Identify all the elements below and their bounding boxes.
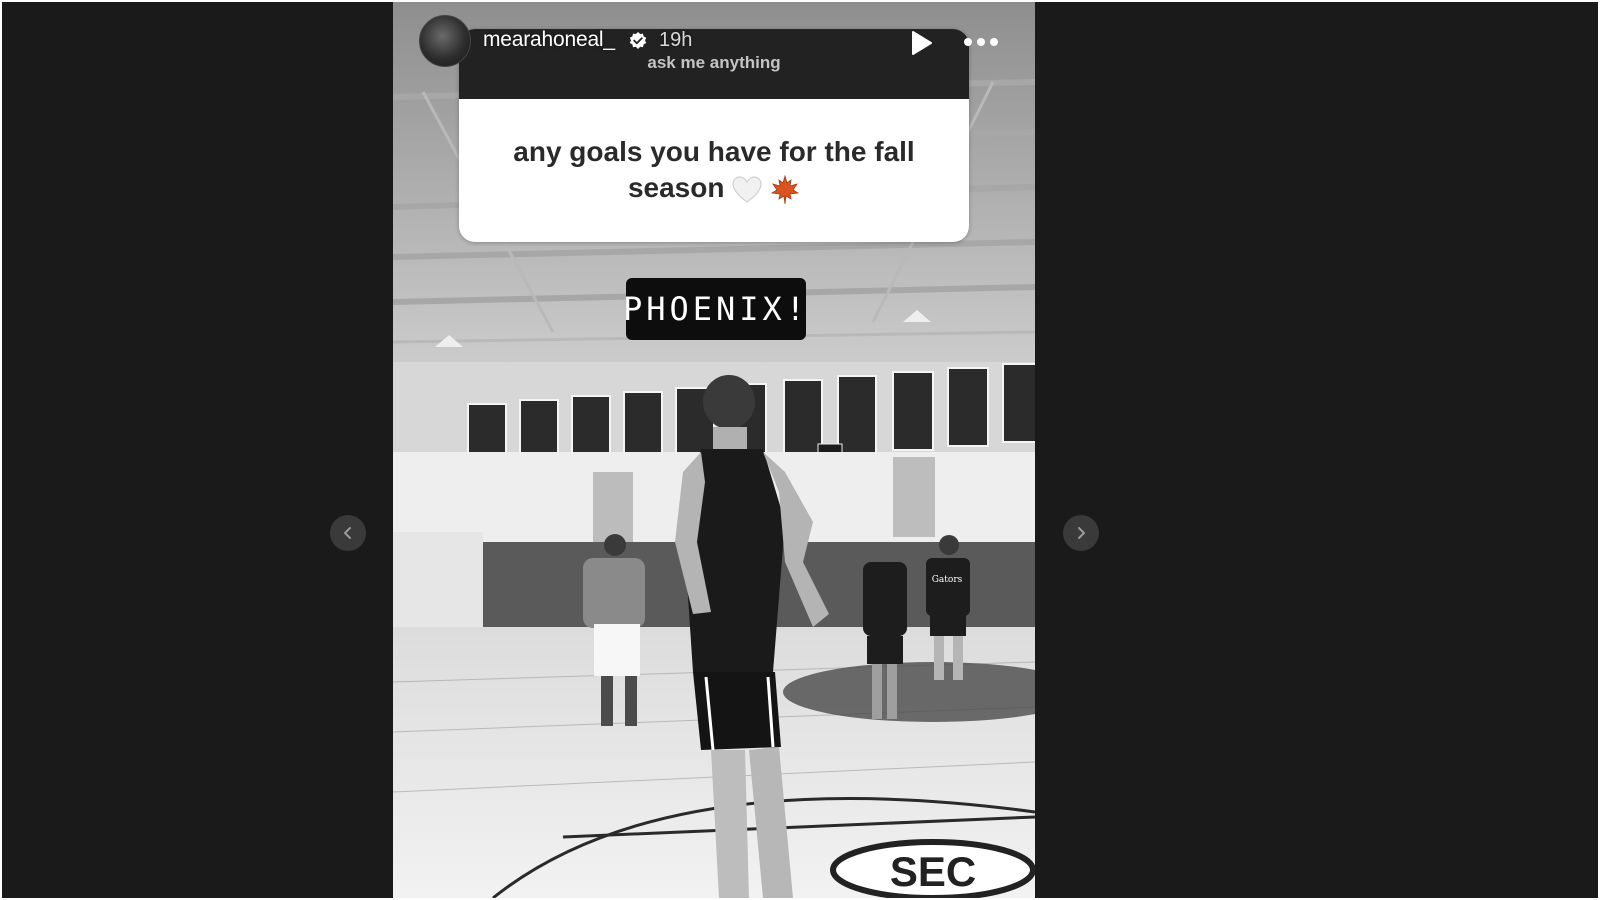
white-heart-icon: [732, 176, 762, 203]
avatar[interactable]: [419, 15, 471, 67]
question-line-2: season: [627, 172, 725, 203]
previous-story-button[interactable]: [330, 515, 366, 551]
question-line-1: any goals you have for the fall: [513, 136, 915, 167]
jersey-text: Gators: [932, 575, 963, 585]
chevron-left-icon: [344, 527, 351, 539]
question-text: any goals you have for the fall season: [479, 134, 949, 206]
chevron-right-icon: [1078, 527, 1085, 539]
username[interactable]: mearahoneal_: [483, 28, 615, 52]
maple-leaf-icon: [770, 174, 800, 204]
story-timestamp: 19h: [659, 29, 693, 51]
more-options-icon[interactable]: [961, 32, 1001, 52]
verified-badge-icon: [629, 32, 647, 49]
story-header: mearahoneal_ 19h: [393, 2, 1035, 82]
court-logo: SEC: [890, 848, 976, 895]
story-frame[interactable]: 30 SEC: [393, 2, 1035, 898]
next-story-button[interactable]: [1063, 515, 1099, 551]
story-viewer: 30 SEC: [2, 2, 1598, 898]
play-icon[interactable]: [907, 29, 935, 57]
text-sticker[interactable]: PHOENIX!: [623, 278, 806, 340]
